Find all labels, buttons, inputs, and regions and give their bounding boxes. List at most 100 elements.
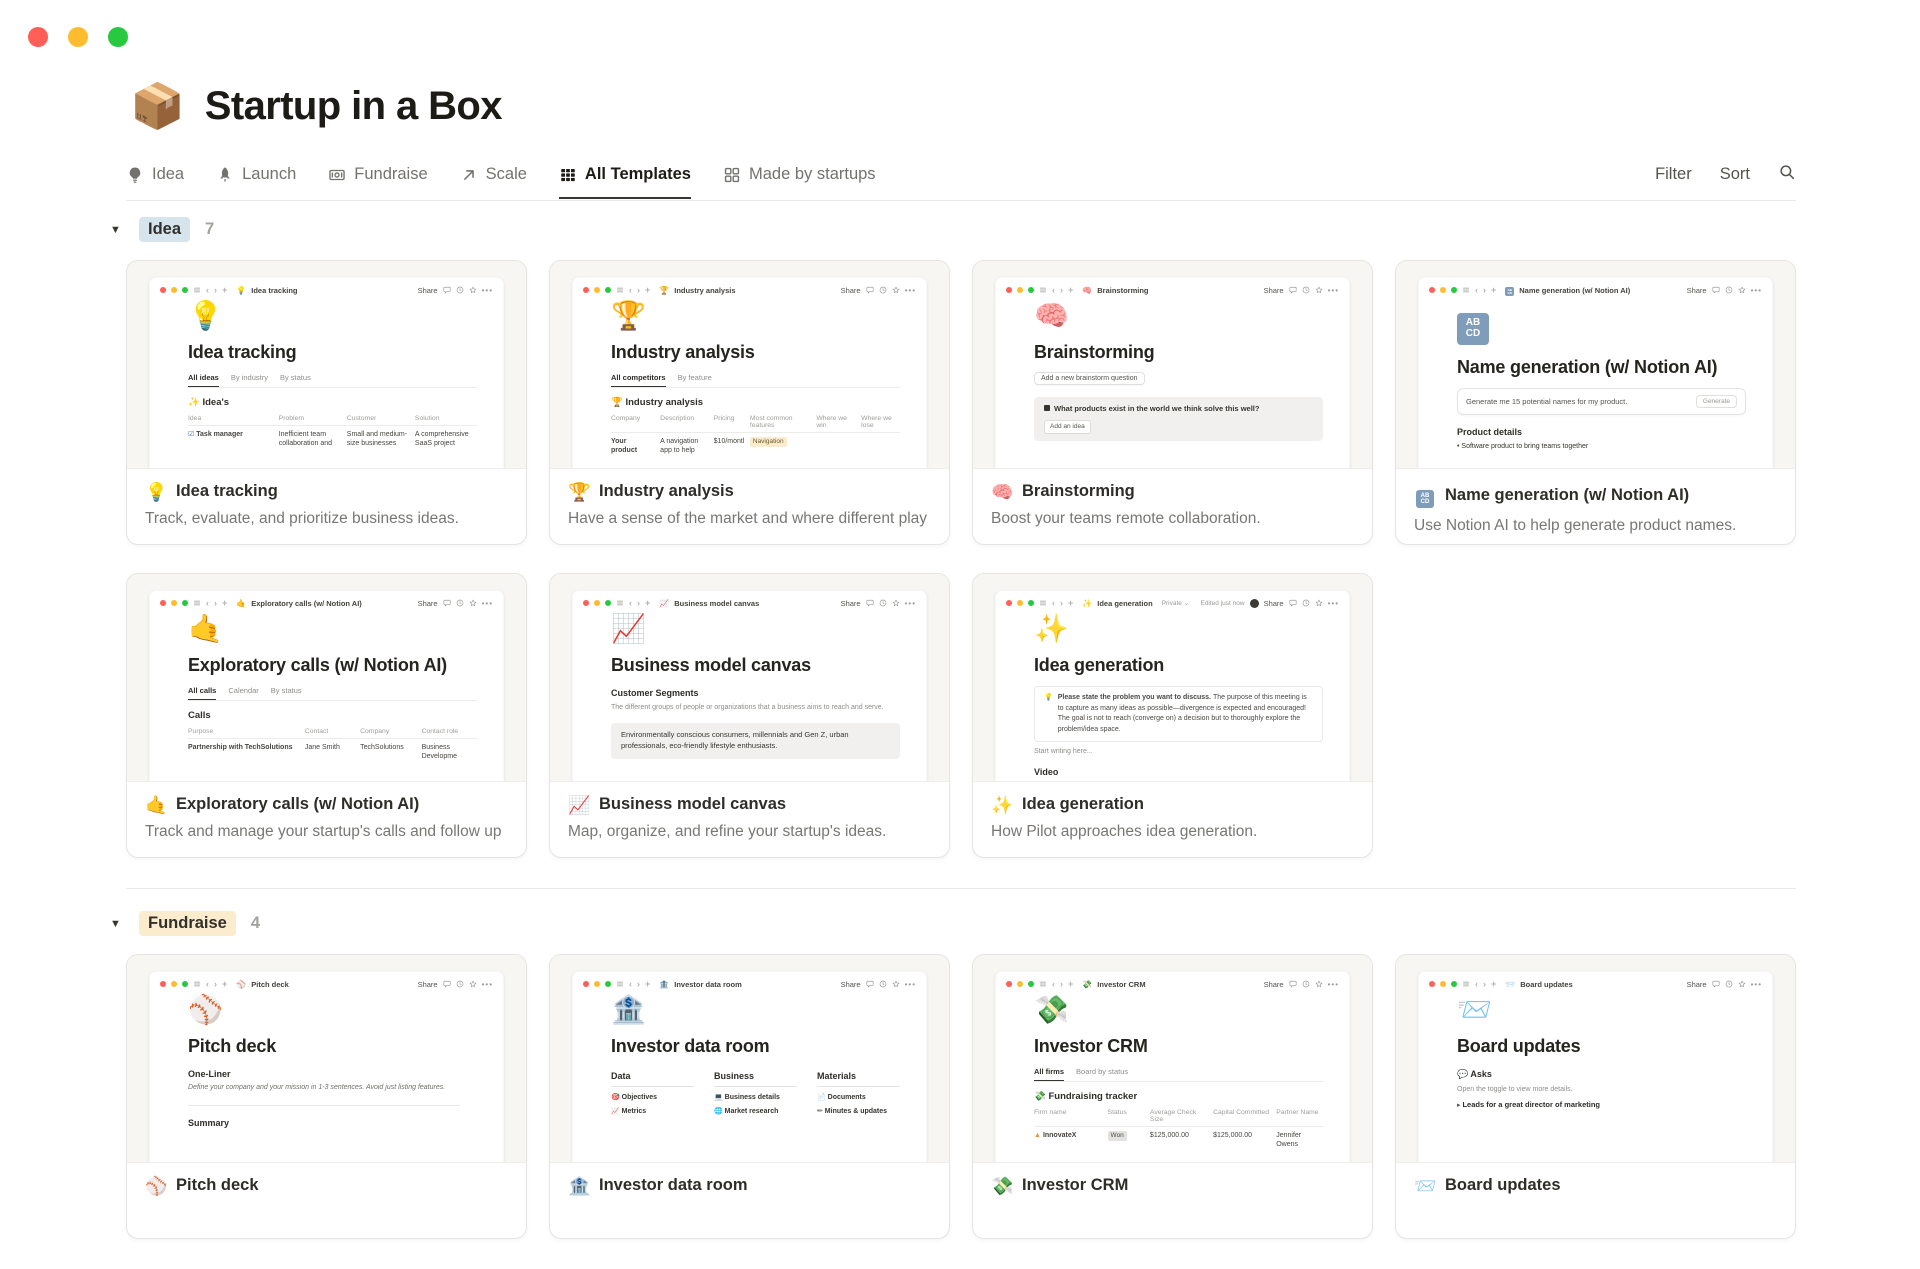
card-footer: ✨ Idea generation How Pilot approaches ide… xyxy=(973,782,1372,841)
back-icon: ‹ xyxy=(206,978,209,989)
template-card-industry-analysis[interactable]: ‹ › + 🏆 Industry analysis Share ••• 🏆 Industry a… xyxy=(549,260,950,545)
card-description: How Pilot approaches idea generation. xyxy=(991,823,1258,840)
card-title: Name generation (w/ Notion AI) xyxy=(1445,485,1690,504)
star-icon xyxy=(469,980,477,988)
tab-fundraise[interactable]: Fundraise xyxy=(328,165,428,198)
mini-table-row: Your productA navigation app to help you… xyxy=(611,437,900,457)
mini-page-heading: Name generation (w/ Notion AI) xyxy=(1457,356,1718,377)
card-title-row: 🤙 Exploratory calls (w/ Notion AI) xyxy=(145,795,508,814)
card-title-row: ⚾ Pitch deck xyxy=(145,1176,508,1195)
tab-scale[interactable]: Scale xyxy=(460,165,527,198)
more-icon: ••• xyxy=(481,285,493,295)
template-card-pitch-deck[interactable]: ‹ › + ⚾ Pitch deck Share ••• ⚾ Pitch deck One-Lin… xyxy=(126,954,527,1239)
star-icon xyxy=(1315,286,1323,294)
card-title: Idea generation xyxy=(1022,795,1144,813)
mini-page-emoji: AB CD xyxy=(1457,300,1489,345)
template-card-idea-generation[interactable]: ‹ › + ✨ Idea generation Private ⌄ Edited just … xyxy=(972,573,1373,858)
mini-table-row: ☑ Task manager Inefficient team collaborat… xyxy=(188,431,469,450)
card-description: Map, organize, and refine your startup's… xyxy=(568,823,887,840)
hamburger-icon xyxy=(616,980,624,988)
tab-fundraise-icon xyxy=(328,166,346,184)
card-title: Idea tracking xyxy=(176,482,278,500)
mini-browser-bar: ‹ › + 🏆 Industry analysis Share ••• xyxy=(573,278,926,302)
star-icon xyxy=(469,286,477,294)
template-card-board-updates[interactable]: ‹ › + 📨 Board updates Share ••• 📨 Board updates 💬… xyxy=(1395,954,1796,1239)
mini-page-emoji-icon: 🧠 xyxy=(1082,285,1093,295)
bubble-icon xyxy=(1289,599,1297,607)
template-card-investor-crm[interactable]: ‹ › + 💸 Investor CRM Share ••• 💸 Investor CRM All… xyxy=(972,954,1373,1239)
more-icon: ••• xyxy=(1750,979,1762,989)
template-card-name-generation-w-notion-ai[interactable]: ‹ › + AB CD Name generation (w/ Notion AI) Sha… xyxy=(1395,260,1796,545)
new-tab-icon: + xyxy=(222,978,228,989)
card-title-row: 💡 Idea tracking xyxy=(145,482,508,501)
zoom-button[interactable] xyxy=(108,27,128,47)
back-icon: ‹ xyxy=(1052,978,1055,989)
sort-button[interactable]: Sort xyxy=(1720,165,1750,184)
tab-made-by-startups[interactable]: Made by startups xyxy=(723,165,876,198)
template-card-idea-tracking[interactable]: ‹ › + 💡 Idea tracking Share ••• 💡 Idea tracking A… xyxy=(126,260,527,545)
card-description: Boost your teams remote collaboration. xyxy=(991,510,1261,527)
section-header: ▼ Idea 7 xyxy=(110,217,1796,242)
new-tab-icon: + xyxy=(645,597,651,608)
section-toggle-icon[interactable]: ▼ xyxy=(110,918,124,930)
template-card-exploratory-calls-w-notion-ai[interactable]: ‹ › + 🤙 Exploratory calls (w/ Notion AI) Shar… xyxy=(126,573,527,858)
card-grid: ‹ › + 💡 Idea tracking Share ••• 💡 Idea tracking A… xyxy=(126,260,1796,858)
back-icon: ‹ xyxy=(1052,597,1055,608)
card-thumbnail: ‹ › + 📨 Board updates Share ••• 📨 Board updates 💬… xyxy=(1396,955,1795,1163)
tab-launch[interactable]: Launch xyxy=(216,165,296,198)
back-icon: ‹ xyxy=(206,597,209,608)
bubble-icon xyxy=(1712,286,1720,294)
window-controls[interactable] xyxy=(28,27,128,47)
nav-tabs: Idea Launch Fundraise Scale All Templates Mad… xyxy=(126,165,876,199)
card-footer: ⚾ Pitch deck xyxy=(127,1163,526,1204)
mini-page-heading: Pitch deck xyxy=(188,1036,277,1056)
section-toggle-icon[interactable]: ▼ xyxy=(110,224,124,236)
card-footer: 🏦 Investor data room xyxy=(550,1163,949,1204)
mini-browser-window: ‹ › + AB CD Name generation (w/ Notion AI) Sha… xyxy=(1418,277,1773,468)
mini-page-heading: Investor data room xyxy=(611,1036,770,1056)
tab-all-templates-icon xyxy=(559,166,577,184)
search-icon[interactable] xyxy=(1778,163,1796,186)
clock-icon xyxy=(879,980,887,988)
mini-page-heading: Idea generation xyxy=(1034,655,1165,675)
mini-page-emoji-icon: 📨 xyxy=(1505,979,1516,989)
card-emoji-icon: ✨ xyxy=(991,794,1014,815)
mini-browser-bar: ‹ › + 📈 Business model canvas Share ••• xyxy=(573,591,926,615)
bubble-icon xyxy=(1289,286,1297,294)
template-card-brainstorming[interactable]: ‹ › + 🧠 Brainstorming Share ••• 🧠 Brainstorming A… xyxy=(972,260,1373,545)
card-emoji-icon: 📈 xyxy=(568,794,591,815)
template-card-investor-data-room[interactable]: ‹ › + 🏦 Investor data room Share ••• 🏦 Investor … xyxy=(549,954,950,1239)
card-emoji-icon: 🤙 xyxy=(145,794,168,815)
filter-button[interactable]: Filter xyxy=(1655,165,1692,184)
more-icon: ••• xyxy=(904,598,916,608)
mini-share-label: Share xyxy=(1263,285,1284,295)
clock-icon xyxy=(1725,980,1733,988)
new-tab-icon: + xyxy=(1068,978,1074,989)
card-thumbnail: ‹ › + 💡 Idea tracking Share ••• 💡 Idea tracking A… xyxy=(127,261,526,469)
mini-page-emoji-icon: 🏆 xyxy=(659,285,670,295)
new-tab-icon: + xyxy=(1068,284,1074,295)
star-icon xyxy=(892,599,900,607)
mini-text: The different groups of people or organi… xyxy=(611,704,884,711)
section-count: 7 xyxy=(205,220,215,238)
mini-page-heading: Industry analysis xyxy=(611,342,755,362)
new-tab-icon: + xyxy=(645,978,651,989)
tab-label: Fundraise xyxy=(354,165,428,183)
bubble-icon xyxy=(443,599,451,607)
close-button[interactable] xyxy=(28,27,48,47)
card-description: Track, evaluate, and prioritize business… xyxy=(145,510,459,527)
mini-bold-text: Video xyxy=(1034,767,1059,777)
bubble-icon xyxy=(1712,980,1720,988)
tab-made-by-startups-icon xyxy=(723,166,741,184)
tab-idea[interactable]: Idea xyxy=(126,165,184,198)
star-icon xyxy=(1738,980,1746,988)
card-emoji-icon: 🏦 xyxy=(568,1175,591,1196)
package-emoji-icon: 📦 xyxy=(130,81,185,131)
mini-browser-title: Brainstorming xyxy=(1097,285,1149,295)
template-card-business-model-canvas[interactable]: ‹ › + 📈 Business model canvas Share ••• 📈 Busine… xyxy=(549,573,950,858)
page-header: 📦 Startup in a Box xyxy=(126,0,1796,129)
tab-all-templates[interactable]: All Templates xyxy=(558,165,692,199)
forward-icon: › xyxy=(214,978,217,989)
minimize-button[interactable] xyxy=(68,27,88,47)
card-emoji-icon: ⚾ xyxy=(145,1175,168,1196)
